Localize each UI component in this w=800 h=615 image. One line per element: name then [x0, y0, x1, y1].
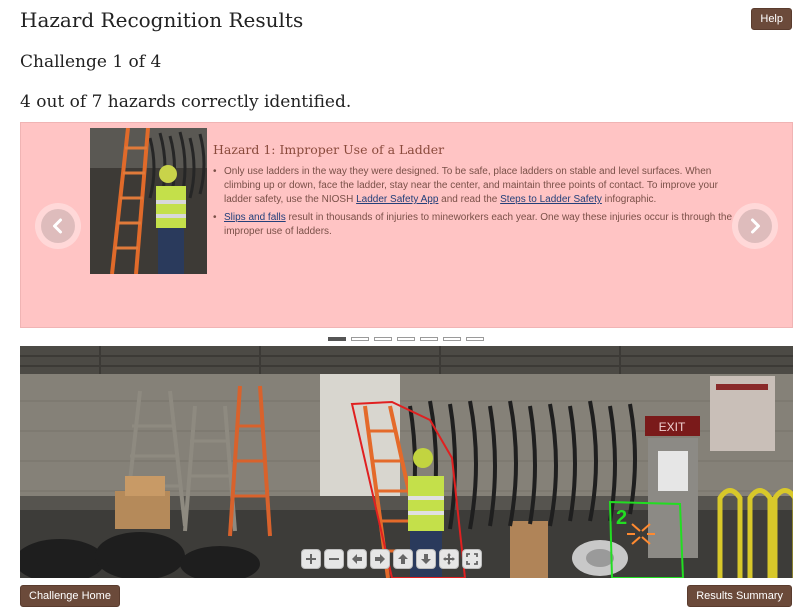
fullscreen-button[interactable]: [462, 549, 482, 569]
move-button[interactable]: [439, 549, 459, 569]
pan-right-icon: [375, 554, 385, 564]
exit-sign: EXIT: [659, 420, 686, 434]
move-icon: [443, 553, 455, 565]
help-button[interactable]: Help: [751, 8, 792, 30]
pan-left-icon: [352, 554, 362, 564]
bullet-text: infographic.: [601, 194, 657, 205]
pan-up-icon: [398, 554, 408, 564]
carousel-indicator[interactable]: [466, 337, 484, 341]
pan-down-button[interactable]: [416, 549, 436, 569]
next-slide-button[interactable]: [732, 203, 778, 249]
hazard-photo: [90, 128, 207, 274]
slips-and-falls-link[interactable]: Slips and falls: [224, 212, 286, 223]
pan-right-button[interactable]: [370, 549, 390, 569]
zoom-out-button[interactable]: [324, 549, 344, 569]
pan-left-button[interactable]: [347, 549, 367, 569]
carousel-indicator[interactable]: [351, 337, 369, 341]
zoom-in-icon: [306, 554, 316, 564]
carousel-indicator[interactable]: [374, 337, 392, 341]
hazard-title: Hazard 1: Improper Use of a Ladder: [213, 142, 445, 157]
carousel-indicator[interactable]: [420, 337, 438, 341]
page-title: Hazard Recognition Results: [20, 8, 304, 32]
challenge-counter: Challenge 1 of 4: [20, 52, 162, 72]
results-summary-button[interactable]: Results Summary: [687, 585, 792, 607]
previous-slide-button[interactable]: [35, 203, 81, 249]
hazard-scene-viewer[interactable]: EXIT 2: [20, 346, 793, 578]
chevron-left-icon: [41, 209, 75, 243]
viewer-toolbar: [301, 549, 482, 569]
fullscreen-icon: [466, 553, 478, 565]
steps-to-ladder-safety-link[interactable]: Steps to Ladder Safety: [500, 194, 602, 205]
bullet-text: result in thousands of injuries to minew…: [224, 212, 733, 237]
zoom-out-icon: [329, 558, 339, 560]
pan-up-button[interactable]: [393, 549, 413, 569]
bullet-text: and read the: [438, 194, 501, 205]
carousel-indicators: [328, 337, 484, 341]
pan-down-icon: [421, 554, 431, 564]
chevron-right-icon: [738, 209, 772, 243]
hazard-details: Only use ladders in the way they were de…: [213, 165, 733, 243]
hazard-marker-number: 2: [616, 507, 627, 529]
zoom-in-button[interactable]: [301, 549, 321, 569]
hazard-bullet: Only use ladders in the way they were de…: [213, 165, 733, 207]
hazard-carousel: Hazard 1: Improper Use of a Ladder Only …: [20, 122, 793, 328]
challenge-home-button[interactable]: Challenge Home: [20, 585, 120, 607]
ladder-safety-app-link[interactable]: Ladder Safety App: [356, 194, 438, 205]
carousel-indicator[interactable]: [328, 337, 346, 341]
score-summary: 4 out of 7 hazards correctly identified.: [20, 92, 352, 112]
hazard-bullet: Slips and falls result in thousands of i…: [213, 211, 733, 239]
carousel-indicator[interactable]: [397, 337, 415, 341]
carousel-indicator[interactable]: [443, 337, 461, 341]
